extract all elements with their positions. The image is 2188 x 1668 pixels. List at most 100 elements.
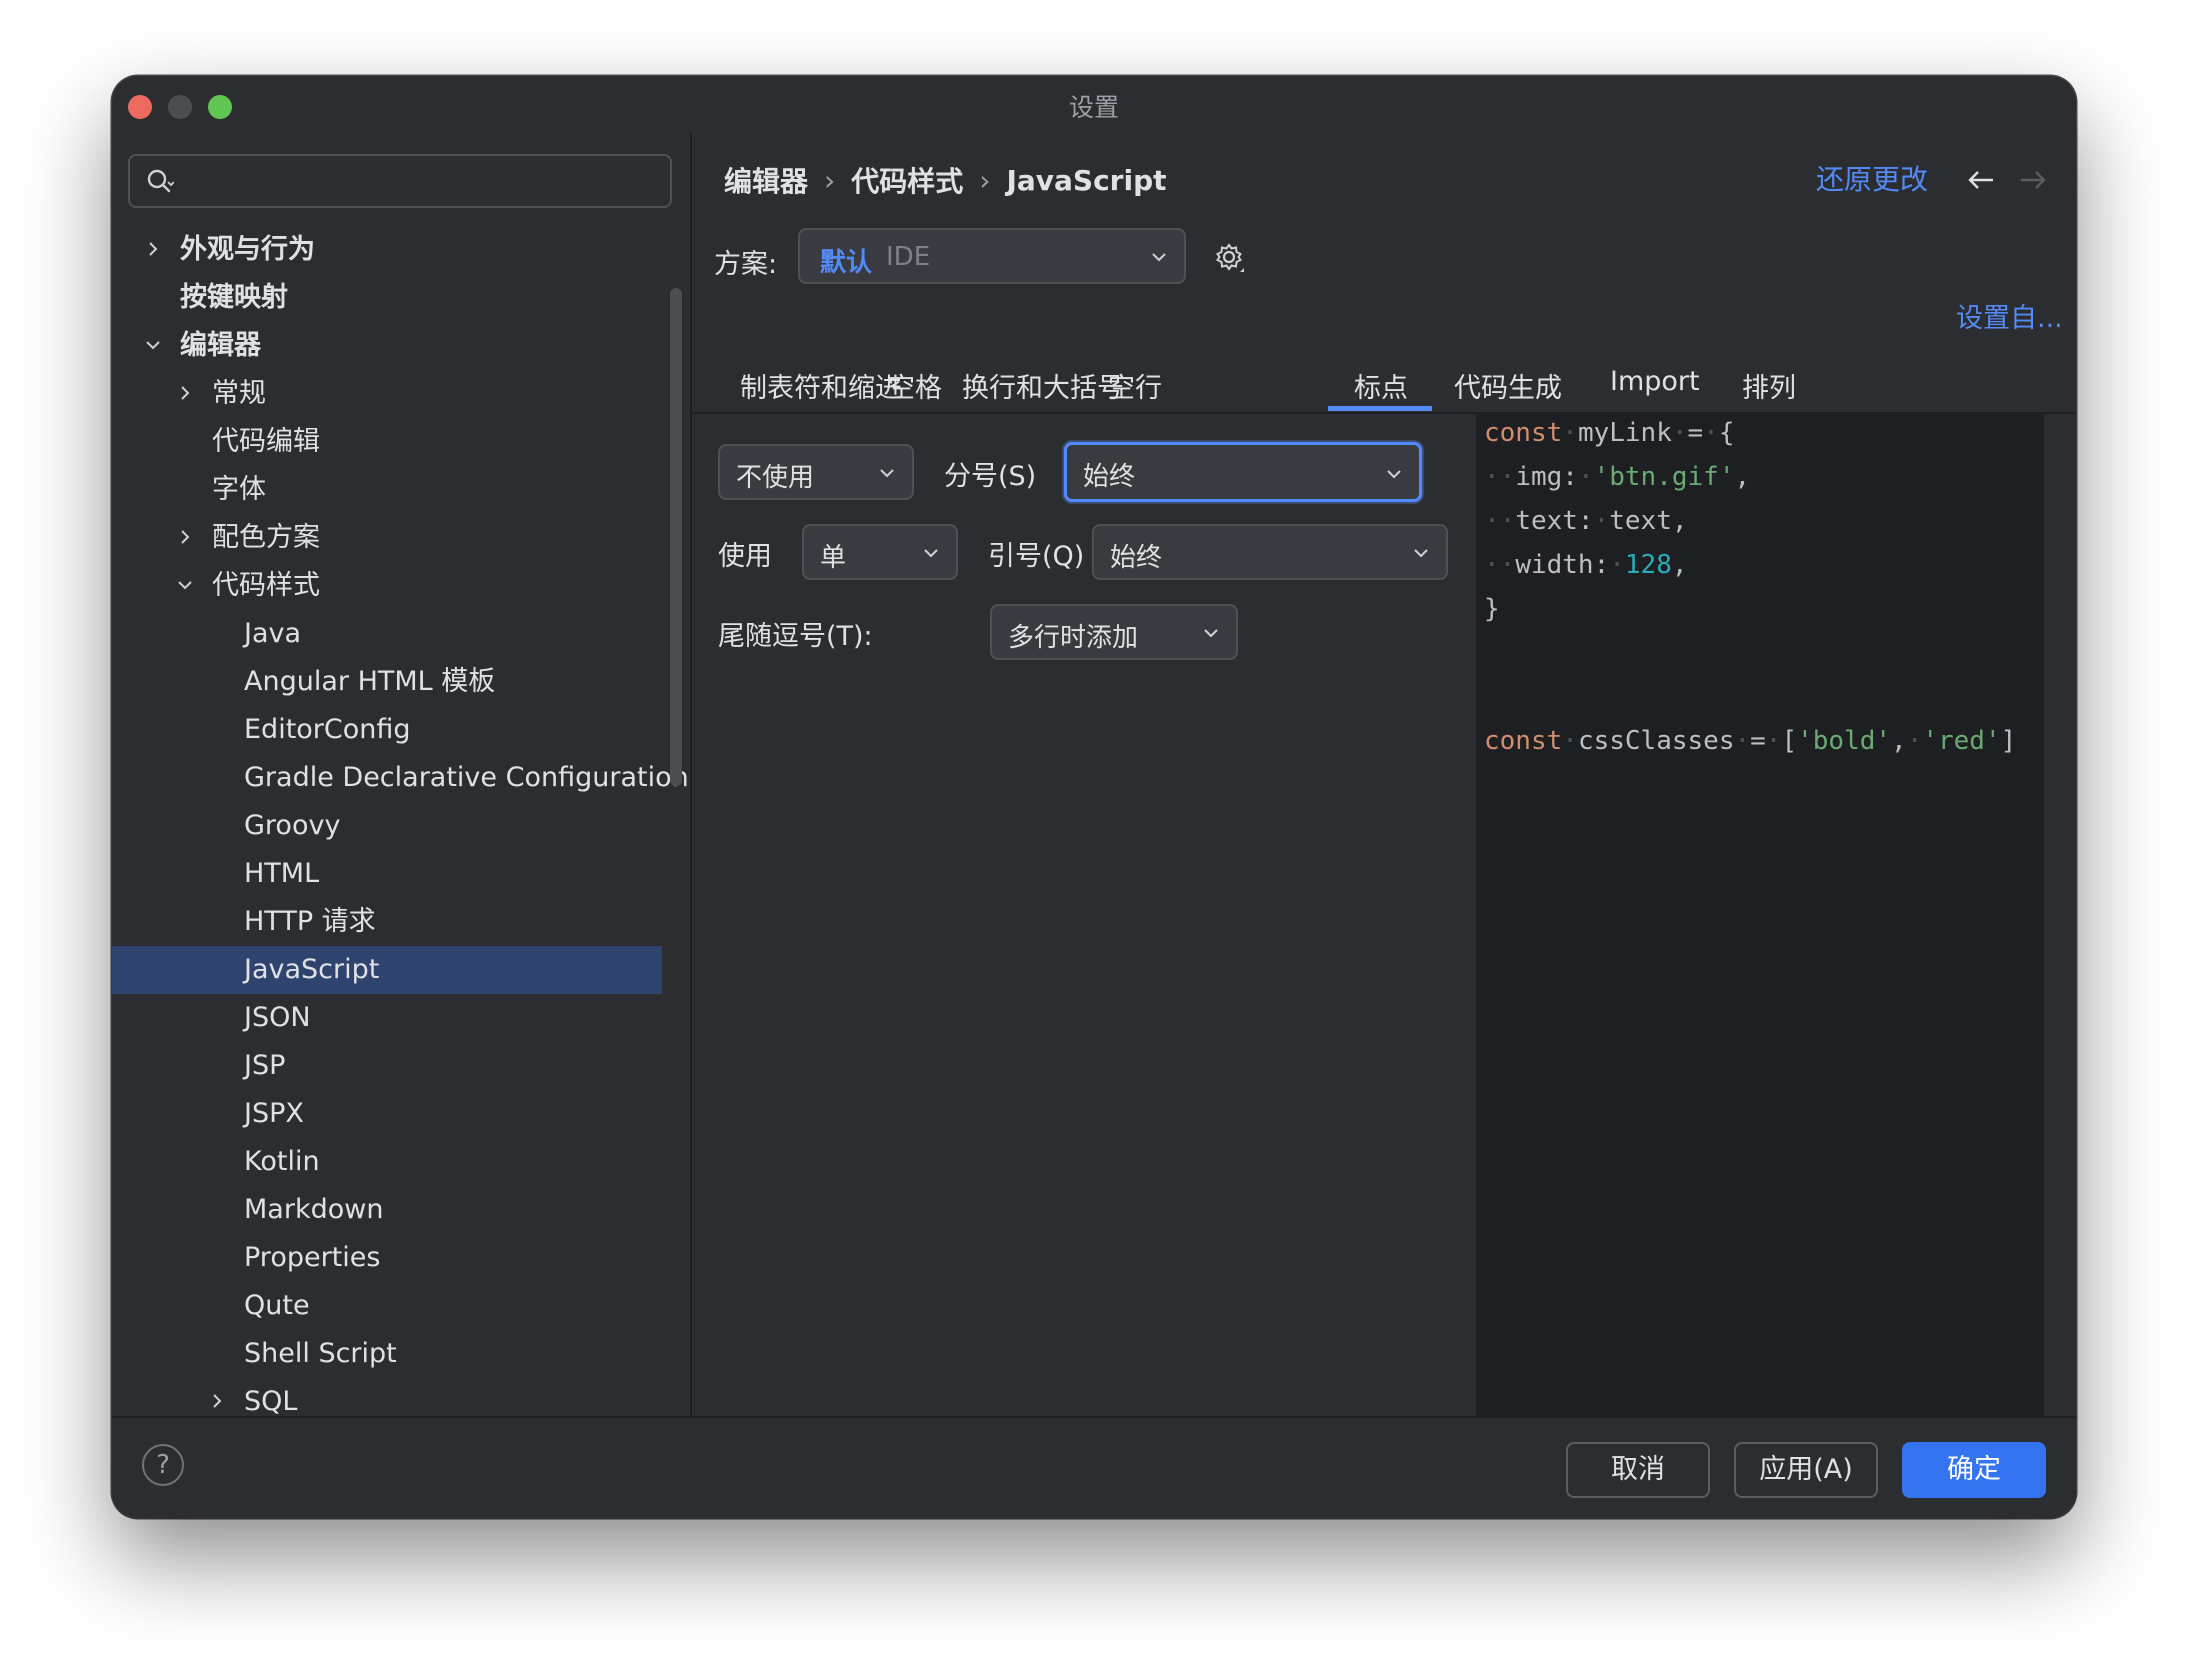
scheme-label: 方案:	[714, 249, 778, 280]
code-line: const·cssClasses·=·['bold',·'red']	[1484, 726, 2016, 756]
gear-icon[interactable]	[1212, 240, 1248, 276]
sidebar-item[interactable]: 字体	[112, 466, 662, 514]
code-token: ]	[2000, 726, 2017, 756]
sidebar-item[interactable]: JSPX	[112, 1090, 662, 1138]
sidebar-item[interactable]: 配色方案	[112, 514, 662, 562]
code-line: const·myLink·=·{	[1484, 418, 1734, 448]
sidebar-item[interactable]: Properties	[112, 1234, 662, 1282]
set-from-link[interactable]: 设置自...	[1956, 296, 2063, 335]
scheme-type: IDE	[886, 242, 931, 272]
sidebar-item[interactable]: 代码编辑	[112, 418, 662, 466]
sidebar-item[interactable]: JSP	[112, 1042, 662, 1090]
chevron-down-icon	[880, 469, 894, 478]
sidebar-item[interactable]: Java	[112, 610, 662, 658]
sidebar-item[interactable]: Markdown	[112, 1186, 662, 1234]
sidebar-item-label: 代码编辑	[212, 426, 320, 457]
code-token: ,	[1734, 462, 1751, 492]
chevron-right-icon[interactable]	[208, 1392, 226, 1410]
apply-button[interactable]: 应用(A)	[1734, 1442, 1878, 1498]
window-title: 设置	[1068, 93, 1119, 122]
sidebar-item[interactable]: Gradle Declarative Configuration	[112, 754, 689, 802]
trailing-comma-select[interactable]: 多行时添加	[990, 604, 1238, 660]
sidebar-item[interactable]: JSON	[112, 994, 662, 1042]
sidebar-item[interactable]: EditorConfig	[112, 706, 662, 754]
code-token: 'red'	[1922, 726, 2001, 756]
chevron-down-icon	[1152, 253, 1166, 262]
chevron-right-icon[interactable]	[144, 240, 162, 258]
sidebar-item-label: Kotlin	[244, 1146, 320, 1177]
code-token: ,	[1671, 550, 1688, 580]
sidebar-item-label: Groovy	[244, 810, 341, 841]
quote-type-value: 单	[820, 543, 847, 573]
chevron-down-icon[interactable]	[176, 576, 194, 594]
dialog-footer: ? 取消 应用(A) 确定	[112, 1416, 2076, 1518]
chevron-right-icon[interactable]	[176, 384, 194, 402]
code-token: 'bold'	[1797, 726, 1892, 756]
search-icon	[147, 169, 174, 193]
code-token: myLink	[1577, 418, 1672, 448]
sidebar-item[interactable]: SQL	[112, 1378, 662, 1416]
tab-bar: 制表符和缩进 空格 换行和大括号 空行 标点 代码生成 Import 排列	[692, 352, 2076, 414]
sidebar-item[interactable]: Shell Script	[112, 1330, 662, 1378]
quote-value: 始终	[1110, 543, 1163, 573]
breadcrumb-item-code-style[interactable]: 代码样式	[851, 160, 963, 200]
semicolon-mode-select[interactable]: 不使用	[718, 444, 914, 500]
arrow-right-icon[interactable]	[2018, 168, 2048, 192]
sidebar-item[interactable]: Kotlin	[112, 1138, 662, 1186]
sidebar-item[interactable]: HTTP 请求	[112, 898, 662, 946]
chevron-down-icon[interactable]	[144, 336, 162, 354]
cancel-button[interactable]: 取消	[1566, 1442, 1710, 1498]
scheme-select[interactable]: 默认 IDE	[798, 228, 1186, 284]
search-input[interactable]	[128, 154, 672, 208]
code-token: ··	[1484, 550, 1516, 580]
sidebar-item-label: 按键映射	[180, 282, 288, 313]
tab-code-generation[interactable]: 代码生成	[1454, 366, 1562, 405]
sidebar-item[interactable]: Qute	[112, 1282, 662, 1330]
tab-arrangement[interactable]: 排列	[1742, 366, 1796, 405]
tab-tabs-and-indents[interactable]: 制表符和缩进	[740, 366, 902, 405]
code-token: cssClasses	[1577, 726, 1735, 756]
sidebar-item[interactable]: JavaScript	[112, 946, 662, 994]
tab-blank-lines[interactable]: 空行	[1108, 366, 1162, 405]
revert-changes-link[interactable]: 还原更改	[1816, 158, 1928, 198]
title-bar: 设置	[112, 76, 2076, 132]
code-token: const	[1484, 726, 1563, 756]
tab-punctuation[interactable]: 标点	[1354, 366, 1408, 405]
sidebar-item[interactable]: 编辑器	[112, 322, 662, 370]
code-token: [	[1781, 726, 1798, 756]
sidebar-item-label: JavaScript	[244, 954, 380, 985]
code-token: text,	[1609, 506, 1688, 536]
code-token: ··	[1484, 462, 1516, 492]
settings-window: 设置 外观与行为 按键映射 编辑器 常规 代码编辑 字体 配色方案 代码样式 Java Angul…	[112, 76, 2076, 1518]
sidebar-item[interactable]: 外观与行为	[112, 226, 662, 274]
sidebar-item-label: Markdown	[244, 1194, 384, 1225]
sidebar-item[interactable]: HTML	[112, 850, 662, 898]
ok-button[interactable]: 确定	[1902, 1442, 2046, 1498]
sidebar-item[interactable]: Angular HTML 模板	[112, 658, 662, 706]
help-button[interactable]: ?	[142, 1444, 184, 1486]
code-token: ·	[1703, 418, 1719, 448]
chevron-down-icon	[1204, 629, 1218, 638]
sidebar-item[interactable]: 代码样式	[112, 562, 662, 610]
sidebar-item[interactable]: 常规	[112, 370, 662, 418]
semicolon-value-select[interactable]: 始终	[1064, 442, 1422, 502]
tab-wrapping-and-braces[interactable]: 换行和大括号	[962, 366, 1124, 405]
breadcrumb-separator: ›	[979, 163, 991, 197]
sidebar-item[interactable]: Groovy	[112, 802, 662, 850]
sidebar-item[interactable]: 按键映射	[112, 274, 662, 322]
tab-spaces[interactable]: 空格	[888, 366, 942, 405]
quote-type-select[interactable]: 单	[802, 524, 958, 580]
sidebar-scrollbar[interactable]	[670, 288, 682, 786]
quote-value-select[interactable]: 始终	[1092, 524, 1448, 580]
code-token: ·	[1609, 550, 1625, 580]
preview-scrollbar[interactable]	[2044, 414, 2066, 1416]
chevron-right-icon[interactable]	[176, 528, 194, 546]
breadcrumb-item-editor[interactable]: 编辑器	[724, 160, 808, 200]
code-token: {	[1718, 418, 1735, 448]
arrow-left-icon[interactable]	[1966, 168, 1996, 192]
code-token: =	[1750, 726, 1766, 756]
sidebar-item-label: HTTP 请求	[244, 906, 376, 937]
code-token: img:	[1515, 462, 1578, 492]
code-line: ··img:·'btn.gif',	[1484, 462, 1750, 492]
tab-imports[interactable]: Import	[1610, 366, 1700, 397]
